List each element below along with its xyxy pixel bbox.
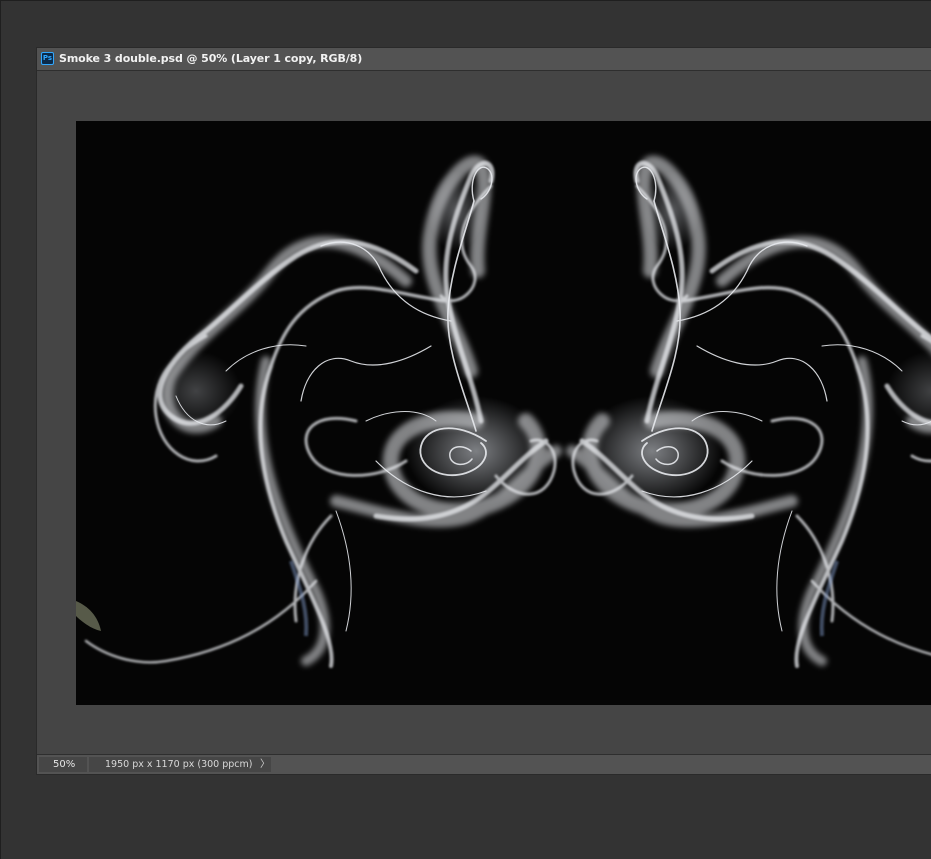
document-info[interactable]: 1950 px x 1170 px (300 ppcm) <box>89 757 271 772</box>
chevron-right-icon[interactable]: 〉 <box>259 757 271 772</box>
canvas-image[interactable] <box>76 121 931 705</box>
document-window[interactable]: Ps Smoke 3 double.psd @ 50% (Layer 1 cop… <box>36 47 931 775</box>
document-tab[interactable]: Ps Smoke 3 double.psd @ 50% (Layer 1 cop… <box>37 48 931 71</box>
zoom-level-field[interactable]: 50% <box>39 757 87 772</box>
smoke-artwork <box>76 121 931 705</box>
status-bar: 50% 1950 px x 1170 px (300 ppcm) 〉 <box>37 754 931 774</box>
canvas-pasteboard[interactable] <box>37 71 931 754</box>
document-title[interactable]: Smoke 3 double.psd @ 50% (Layer 1 copy, … <box>59 52 362 65</box>
photoshop-icon: Ps <box>41 52 54 65</box>
workspace: Ps Smoke 3 double.psd @ 50% (Layer 1 cop… <box>0 0 931 859</box>
